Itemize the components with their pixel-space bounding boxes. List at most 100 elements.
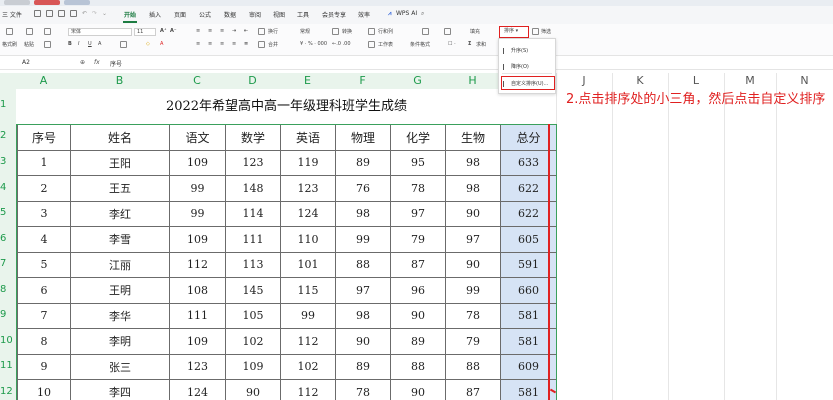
- filter-button[interactable]: 筛选: [541, 28, 551, 35]
- table-cell[interactable]: 88: [445, 353, 501, 380]
- table-cell[interactable]: 123: [280, 175, 336, 202]
- column-header-g[interactable]: G: [390, 73, 445, 89]
- column-header-h[interactable]: H: [445, 73, 500, 89]
- column-header-e[interactable]: E: [280, 73, 335, 89]
- table-cell[interactable]: 90: [445, 251, 501, 278]
- table-cell[interactable]: 78: [335, 379, 391, 400]
- format-painter-icon[interactable]: [6, 28, 13, 35]
- table-cell[interactable]: 5: [17, 251, 71, 278]
- table-cell[interactable]: 3: [17, 200, 71, 227]
- column-header-b[interactable]: B: [70, 73, 169, 89]
- cond-format-button[interactable]: 条件格式: [410, 41, 430, 48]
- chevron-down-icon[interactable]: ⌄: [102, 10, 107, 17]
- row-header[interactable]: 9: [0, 309, 16, 320]
- align-bottom-icon[interactable]: ≡: [220, 28, 224, 34]
- table-cell[interactable]: 97: [445, 226, 501, 253]
- wrap-button[interactable]: 换行: [268, 28, 278, 35]
- table-cell[interactable]: 123: [169, 353, 226, 380]
- fill-button[interactable]: 填充: [470, 28, 480, 35]
- column-header-c[interactable]: C: [169, 73, 225, 89]
- table-cell[interactable]: 124: [280, 200, 336, 227]
- table-cell[interactable]: 1: [17, 149, 71, 176]
- row-header[interactable]: 2: [0, 130, 16, 141]
- table-cell[interactable]: 7: [17, 302, 71, 329]
- undo-icon[interactable]: ↶: [82, 10, 87, 17]
- font-name-select[interactable]: 宋体: [68, 28, 132, 36]
- cell-style-icon[interactable]: [444, 28, 451, 35]
- document-tab[interactable]: [64, 0, 90, 5]
- merge-button[interactable]: 合并: [268, 41, 278, 48]
- cell-icon[interactable]: ☐ ·: [448, 41, 456, 47]
- font-size-select[interactable]: 11: [134, 28, 156, 36]
- font-color-icon[interactable]: A: [160, 41, 163, 47]
- formula-input[interactable]: 序号: [110, 59, 122, 68]
- table-cell[interactable]: 76: [335, 175, 391, 202]
- wrap-icon[interactable]: [258, 28, 265, 35]
- table-cell[interactable]: 79: [445, 328, 501, 355]
- table-cell[interactable]: 98: [335, 200, 391, 227]
- table-cell[interactable]: 124: [169, 379, 226, 400]
- column-header-a[interactable]: A: [17, 73, 70, 89]
- row-header[interactable]: 4: [0, 182, 16, 193]
- tab-data[interactable]: 数据: [224, 10, 236, 19]
- save-icon[interactable]: [34, 10, 41, 17]
- tab-home[interactable]: 开始: [124, 10, 136, 19]
- align-right-icon[interactable]: ≡: [220, 41, 224, 47]
- document-tab[interactable]: [4, 0, 30, 5]
- table-cell[interactable]: 111: [169, 302, 226, 329]
- table-cell[interactable]: 99: [335, 226, 391, 253]
- header-cell[interactable]: 英语: [280, 124, 336, 151]
- border-icon[interactable]: [120, 41, 127, 48]
- align-middle-icon[interactable]: ≡: [208, 28, 212, 34]
- row-header[interactable]: 5: [0, 207, 16, 218]
- row-header[interactable]: 1: [0, 99, 16, 110]
- row-header[interactable]: 6: [0, 233, 16, 244]
- sheet-title[interactable]: 2022年希望高中高一年级理科班学生成绩: [17, 89, 556, 124]
- tab-insert[interactable]: 插入: [149, 10, 161, 19]
- table-cell[interactable]: 109: [169, 226, 226, 253]
- table-cell[interactable]: 李明: [70, 328, 170, 355]
- table-cell[interactable]: 6: [17, 277, 71, 304]
- outdent-icon[interactable]: ⇤: [244, 28, 248, 34]
- sum-button[interactable]: 求和: [476, 41, 486, 48]
- tab-view[interactable]: 视图: [273, 10, 285, 19]
- header-cell[interactable]: 数学: [225, 124, 281, 151]
- table-cell[interactable]: 90: [390, 302, 446, 329]
- table-cell[interactable]: 李华: [70, 302, 170, 329]
- table-cell[interactable]: 89: [335, 353, 391, 380]
- header-cell[interactable]: 物理: [335, 124, 391, 151]
- table-cell[interactable]: 98: [445, 149, 501, 176]
- row-col-button[interactable]: 行和列: [378, 28, 393, 35]
- search-icon[interactable]: ⌕: [421, 10, 424, 18]
- worksheet-icon[interactable]: [368, 41, 375, 48]
- row-header[interactable]: 7: [0, 258, 16, 269]
- table-cell[interactable]: 109: [169, 328, 226, 355]
- copy-icon[interactable]: [44, 41, 51, 48]
- column-header-f[interactable]: F: [335, 73, 390, 89]
- table-cell[interactable]: 79: [390, 226, 446, 253]
- justify-icon[interactable]: ≡: [232, 41, 236, 47]
- table-cell[interactable]: 9: [17, 353, 71, 380]
- table-cell[interactable]: 89: [335, 149, 391, 176]
- tab-page[interactable]: 页面: [174, 10, 186, 19]
- table-cell[interactable]: 148: [225, 175, 281, 202]
- font-shrink-icon[interactable]: A⁻: [170, 28, 177, 34]
- currency-icon[interactable]: ¥ · % · 000: [300, 41, 327, 47]
- header-cell[interactable]: 序号: [17, 124, 71, 151]
- table-cell[interactable]: 王阳: [70, 149, 170, 176]
- table-cell[interactable]: 99: [169, 200, 226, 227]
- sort-ascending-item[interactable]: 升序(S): [503, 47, 528, 54]
- table-cell[interactable]: 112: [169, 251, 226, 278]
- font-grow-icon[interactable]: A⁺: [160, 28, 167, 34]
- table-cell[interactable]: 99: [169, 175, 226, 202]
- merge-icon[interactable]: [258, 41, 265, 48]
- table-cell[interactable]: 102: [225, 328, 281, 355]
- file-menu[interactable]: 三 文件: [2, 10, 22, 19]
- row-header[interactable]: 8: [0, 284, 16, 295]
- row-header[interactable]: 12: [0, 386, 16, 397]
- strike-icon[interactable]: A: [98, 41, 101, 47]
- indent-icon[interactable]: ⇥: [232, 28, 236, 34]
- sort-dropdown-triangle[interactable]: ▾: [516, 28, 519, 34]
- table-cell[interactable]: 90: [225, 379, 281, 400]
- table-cell[interactable]: 119: [280, 149, 336, 176]
